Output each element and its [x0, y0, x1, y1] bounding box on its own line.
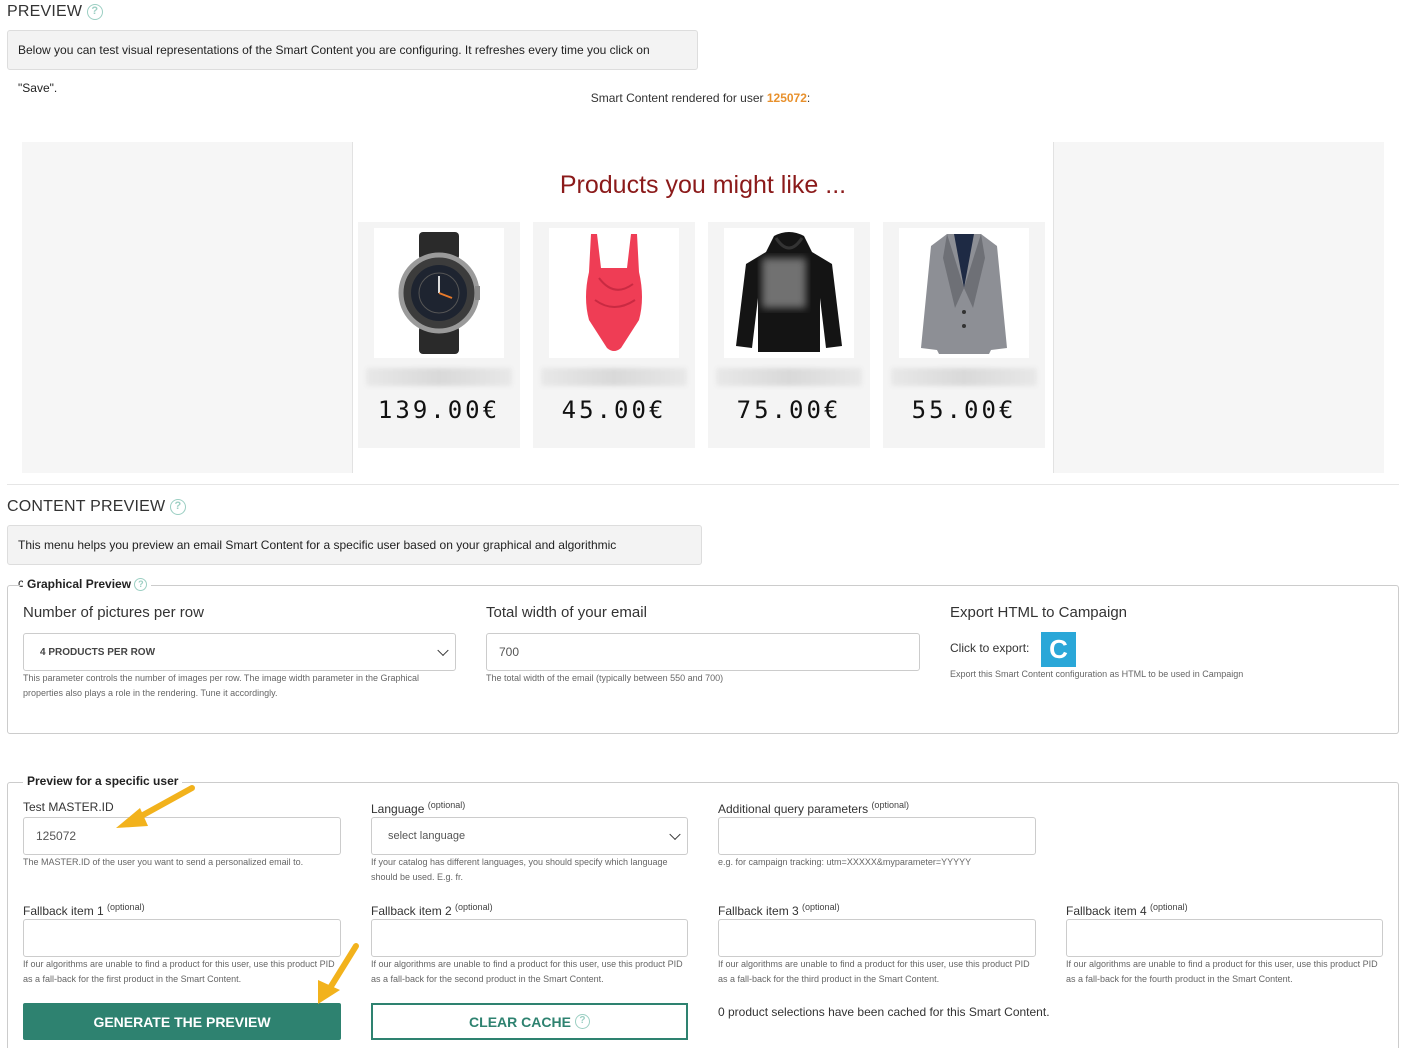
render-right-margin — [1053, 142, 1384, 473]
section-divider — [7, 484, 1399, 485]
master-id-hint: The MASTER.ID of the user you want to se… — [23, 857, 304, 867]
preview-title-text: PREVIEW — [7, 3, 83, 20]
help-icon[interactable]: ? — [169, 498, 186, 515]
generate-preview-button[interactable]: GENERATE THE PREVIEW — [23, 1003, 341, 1040]
product-card[interactable]: 75.00€ — [708, 222, 870, 448]
export-click-label: Click to export: — [950, 641, 1030, 655]
product-name-blurred — [891, 368, 1037, 386]
graphical-preview-legend: Graphical Preview ? — [23, 577, 152, 592]
fallback-item-2-hint: If our algorithms are unable to find a p… — [371, 959, 683, 984]
pictures-per-row-hint: This parameter controls the number of im… — [23, 673, 420, 698]
query-params-hint: e.g. for campaign tracking: utm=XXXXX&my… — [718, 857, 972, 867]
campaign-export-icon-letter: C — [1049, 634, 1068, 664]
fallback-item-4-hint: If our algorithms are unable to find a p… — [1066, 959, 1378, 984]
cache-status-text: 0 product selections have been cached fo… — [718, 1005, 1050, 1019]
annotation-arrow-icon — [318, 943, 359, 1004]
fallback-item-4-label: Fallback item 4 (optional) — [1066, 902, 1188, 918]
email-width-hint: The total width of the email (typically … — [486, 673, 724, 683]
export-hint: Export this Smart Content configuration … — [950, 669, 1244, 679]
product-image-watch — [374, 228, 504, 358]
fallback-item-2-label: Fallback item 2 (optional) — [371, 902, 493, 918]
help-icon[interactable]: ? — [574, 1014, 590, 1029]
product-price: 45.00€ — [561, 396, 667, 424]
product-name-blurred — [366, 368, 512, 386]
query-params-input[interactable] — [718, 817, 1036, 855]
optional-tag: (optional) — [455, 902, 493, 912]
export-label: Export HTML to Campaign — [950, 604, 1128, 621]
query-params-label-text: Additional query parameters — [718, 802, 869, 816]
fallback-item-3-hint: If our algorithms are unable to find a p… — [718, 959, 1030, 984]
fallback-item-4-label-text: Fallback item 4 — [1066, 904, 1147, 918]
master-id-value: 125072 — [36, 829, 77, 843]
language-label: Language (optional) — [371, 800, 465, 816]
help-icon[interactable]: ? — [86, 3, 103, 20]
product-price: 139.00€ — [377, 396, 501, 424]
preview-section-title: PREVIEW ? — [7, 3, 103, 21]
preview-info-text: Below you can test visual representation… — [18, 43, 650, 95]
fallback-item-2-input[interactable] — [371, 919, 688, 957]
product-image-blazer — [899, 228, 1029, 358]
optional-tag: (optional) — [871, 800, 909, 810]
optional-tag: (optional) — [427, 800, 466, 810]
language-select[interactable]: select language — [371, 817, 688, 855]
product-image-hoodie — [724, 228, 854, 358]
help-icon[interactable]: ? — [134, 578, 148, 592]
language-hint: If your catalog has different languages,… — [371, 857, 668, 882]
clear-cache-label: CLEAR CACHE — [469, 1013, 571, 1030]
content-preview-section-title: CONTENT PREVIEW ? — [7, 498, 186, 516]
email-width-value: 700 — [499, 645, 520, 659]
campaign-export-icon[interactable]: C — [1041, 632, 1076, 667]
fallback-item-3-input[interactable] — [718, 919, 1036, 957]
product-name-blurred — [716, 368, 862, 386]
fallback-item-1-label: Fallback item 1 (optional) — [23, 902, 145, 918]
content-preview-info-box: This menu helps you preview an email Sma… — [7, 525, 702, 590]
render-left-margin — [22, 142, 353, 473]
generate-preview-label: GENERATE THE PREVIEW — [93, 1013, 271, 1030]
product-card[interactable]: 45.00€ — [533, 222, 695, 448]
email-width-input[interactable]: 700 — [486, 633, 920, 671]
optional-tag: (optional) — [107, 902, 145, 912]
content-preview-title-text: CONTENT PREVIEW — [7, 498, 166, 515]
language-label-text: Language — [371, 802, 425, 816]
optional-tag: (optional) — [802, 902, 840, 912]
chevron-down-icon — [437, 644, 449, 657]
products-heading: Products you might like ... — [559, 171, 847, 199]
query-params-label: Additional query parameters (optional) — [718, 800, 909, 816]
product-name-blurred — [541, 368, 687, 386]
fallback-item-4-input[interactable] — [1066, 919, 1383, 957]
pictures-per-row-label: Number of pictures per row — [23, 604, 204, 621]
fallback-item-3-label-text: Fallback item 3 — [718, 904, 799, 918]
preview-info-box: Below you can test visual representation… — [7, 30, 698, 95]
clear-cache-button[interactable]: CLEAR CACHE ? — [371, 1003, 688, 1040]
fallback-item-1-label-text: Fallback item 1 — [23, 904, 104, 918]
product-price: 55.00€ — [911, 396, 1017, 424]
pictures-per-row-select[interactable]: 4 PRODUCTS PER ROW — [23, 633, 456, 671]
master-id-label: Test MASTER.ID — [23, 800, 114, 814]
fallback-item-3-label: Fallback item 3 (optional) — [718, 902, 840, 918]
pictures-per-row-value: 4 PRODUCTS PER ROW — [40, 646, 156, 658]
chevron-down-icon — [669, 828, 681, 841]
optional-tag: (optional) — [1150, 902, 1188, 912]
rendered-user-id: 125072 — [766, 91, 807, 105]
rendered-prefix: Smart Content rendered for user — [590, 91, 764, 105]
language-select-value: select language — [388, 830, 466, 842]
fallback-item-1-input[interactable] — [23, 919, 341, 957]
product-card[interactable]: 139.00€ — [358, 222, 520, 448]
fallback-item-2-label-text: Fallback item 2 — [371, 904, 452, 918]
rendered-for-user: Smart Content rendered for user 125072: — [0, 91, 1401, 105]
fallback-item-1-hint: If our algorithms are unable to find a p… — [23, 959, 335, 984]
email-width-label: Total width of your email — [486, 604, 647, 621]
product-card[interactable]: 55.00€ — [883, 222, 1045, 448]
product-price: 75.00€ — [736, 396, 842, 424]
annotation-arrow-icon — [116, 785, 195, 828]
rendered-suffix: : — [806, 91, 811, 105]
graphical-preview-legend-text: Graphical Preview — [27, 577, 132, 591]
product-image-swimsuit — [549, 228, 679, 358]
